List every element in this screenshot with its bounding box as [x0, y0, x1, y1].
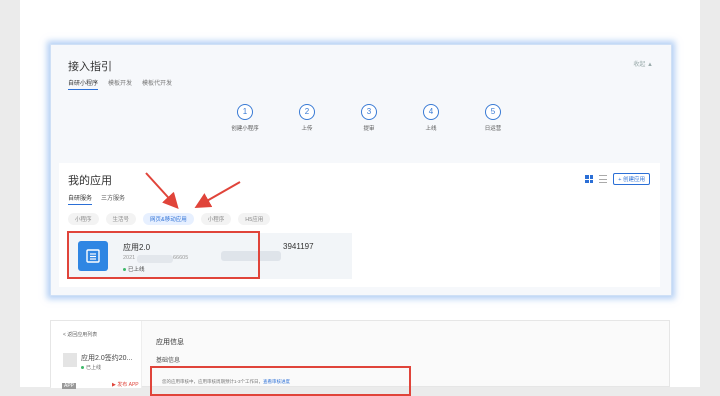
guide-steps: 1 创建小程序 2 上传 3 提审 4 上线 5 日运营 [231, 104, 507, 132]
status-text: 已上线 [86, 365, 102, 371]
step-number: 2 [299, 104, 315, 120]
basic-info-heading: 基础信息 [156, 358, 181, 364]
apps-tabs: 自研服务 三方服务 [68, 193, 125, 205]
notice-text: 您的应用审核中，应用审核周期预计1-3个工作日， [162, 379, 264, 384]
detail-app-name: 应用2.0签约20... [81, 355, 133, 362]
step-label: 上线 [425, 126, 437, 132]
tab-self-dev[interactable]: 自研小程序 [68, 78, 99, 90]
view-tools: + 创建应用 [585, 173, 650, 185]
chip-mini-program[interactable]: 小程序 [68, 213, 99, 225]
status-dot [81, 366, 84, 369]
step-number: 3 [361, 104, 377, 120]
tab-third-party[interactable]: 三方服务 [101, 193, 125, 205]
list-view-icon[interactable] [599, 175, 608, 183]
detail-sidebar: < 返回应用列表 应用2.0签约20... 已上线 [51, 321, 142, 388]
step-launch[interactable]: 4 上线 [417, 104, 445, 132]
apps-title: 我的应用 [68, 175, 112, 187]
chip-web-mobile[interactable]: 网页&移动应用 [143, 213, 194, 225]
tab-template-dev[interactable]: 模板开发 [108, 78, 132, 90]
tab-self-service[interactable]: 自研服务 [68, 193, 93, 205]
detail-app-status: 已上线 [81, 364, 101, 371]
step-upload[interactable]: 2 上传 [293, 104, 321, 132]
app-name-suffix: 3941197 [283, 242, 314, 251]
chip-h5-app[interactable]: H5应用 [238, 213, 271, 225]
version-badge: APP [62, 383, 77, 389]
guide-title: 接入指引 [68, 61, 112, 73]
create-app-button[interactable]: + 创建应用 [613, 173, 650, 185]
review-notice: 您的应用审核中，应用审核周期预计1-3个工作日，查看审核进度 [162, 379, 290, 385]
back-link[interactable]: < 返回应用列表 [63, 331, 97, 338]
step-number: 4 [423, 104, 439, 120]
app-type-filters: 小程序 生活号 网页&移动应用 小程序 H5应用 [68, 213, 271, 225]
access-guide: 接入指引 收起 ▲ 自研小程序 模板开发 模板代开发 1 创建小程序 2 上传 3 提… [51, 45, 671, 157]
tab-template-proxy[interactable]: 模板代开发 [142, 78, 172, 90]
chip-mini-program-2[interactable]: 小程序 [200, 213, 232, 225]
chip-life-account[interactable]: 生活号 [105, 213, 137, 225]
step-label: 创建小程序 [231, 126, 259, 132]
step-label: 提审 [363, 126, 375, 132]
app-info-title: 应用信息 [156, 339, 184, 346]
step-label: 日运营 [484, 126, 502, 132]
step-label: 上传 [301, 126, 313, 132]
step-number: 5 [485, 104, 501, 120]
step-submit[interactable]: 3 提审 [355, 104, 383, 132]
step-create[interactable]: 1 创建小程序 [231, 104, 259, 132]
guide-tabs: 自研小程序 模板开发 模板代开发 [68, 78, 172, 90]
step-number: 1 [237, 104, 253, 120]
step-operate[interactable]: 5 日运营 [479, 104, 507, 132]
grid-view-icon[interactable] [585, 175, 594, 183]
collapse-button[interactable]: 收起 ▲ [633, 59, 653, 68]
app-thumb-icon [63, 353, 77, 367]
highlight-app-card [67, 231, 260, 279]
notice-link[interactable]: 查看审核进度 [263, 379, 290, 384]
